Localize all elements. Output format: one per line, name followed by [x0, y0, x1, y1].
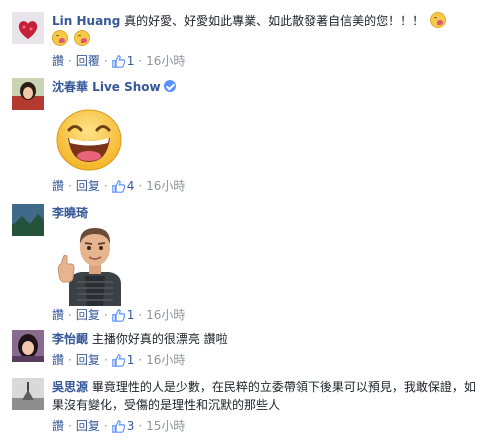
- kiss-emoji-icon: [52, 30, 68, 46]
- commenter-name[interactable]: 沈春華 Live Show: [52, 80, 161, 94]
- avatar[interactable]: [12, 78, 44, 110]
- avatar[interactable]: [12, 12, 44, 44]
- kiss-emoji-icon: [73, 30, 90, 46]
- like-count-value: 4: [126, 179, 135, 193]
- reply-button[interactable]: 回复: [76, 308, 100, 322]
- timestamp[interactable]: 16小時: [146, 179, 185, 193]
- like-button[interactable]: 讚: [52, 353, 64, 367]
- avatar[interactable]: [12, 330, 44, 362]
- reply-button[interactable]: 回覆: [76, 54, 100, 68]
- comment-actions: 讚 · 回复 · 4 · 16小時: [52, 179, 186, 193]
- comment-item: 李怡靦 主播你好真的很漂亮 讚啦 讚 · 回复 · 1 · 16小時: [0, 324, 493, 374]
- comment-text: 主播你好真的很漂亮 讚啦: [91, 332, 228, 346]
- avatar[interactable]: [12, 204, 44, 236]
- like-button[interactable]: 讚: [52, 419, 64, 433]
- comment-body: 沈春華 Live Show: [52, 78, 485, 95]
- like-count[interactable]: 1: [111, 353, 135, 367]
- comment-body: 李怡靦 主播你好真的很漂亮 讚啦: [52, 330, 485, 348]
- comment-actions: 讚 · 回覆 · 1 · 16小時: [52, 54, 186, 68]
- timestamp[interactable]: 16小時: [146, 353, 185, 367]
- thumbs-up-icon: [111, 420, 125, 433]
- comment-text: 畢竟理性的人是少數，在民粹的立委帶領下後果可以預見，我敢保證，如果沒有變化，受傷…: [52, 380, 476, 412]
- comment-item: Lin Huang 真的好愛、好愛如此專業、如此散發著自信美的您！！！ 讚 · 回覆…: [0, 0, 493, 68]
- thumbs-up-icon: [111, 180, 125, 193]
- timestamp[interactable]: 16小時: [146, 54, 185, 68]
- like-count-value: 1: [126, 308, 135, 322]
- thumbs-up-icon: [111, 354, 125, 367]
- reply-button[interactable]: 回复: [76, 419, 100, 433]
- comment-item: 沈春華 Live Show 讚 · 回复 · 4 · 16小時: [0, 68, 493, 196]
- verified-badge-icon: [163, 80, 176, 92]
- avatar[interactable]: [12, 378, 44, 410]
- comment-body: Lin Huang 真的好愛、好愛如此專業、如此散發著自信美的您！！！: [52, 12, 485, 48]
- like-count[interactable]: 1: [111, 308, 135, 322]
- comment-actions: 讚 · 回复 · 3 · 15小時: [52, 419, 186, 433]
- like-button[interactable]: 讚: [52, 54, 64, 68]
- commenter-name[interactable]: Lin Huang: [52, 14, 120, 28]
- comment-actions: 讚 · 回复 · 1 · 16小時: [52, 308, 186, 322]
- like-button[interactable]: 讚: [52, 308, 64, 322]
- thumbs-up-icon: [111, 309, 125, 322]
- commenter-name[interactable]: 李怡靦: [52, 332, 88, 346]
- like-count[interactable]: 3: [111, 419, 135, 433]
- reply-button[interactable]: 回复: [76, 179, 100, 193]
- comment-item: 吳思源 畢竟理性的人是少數，在民粹的立委帶領下後果可以預見，我敢保證，如果沒有變…: [0, 374, 493, 440]
- commenter-name[interactable]: 吳思源: [52, 380, 88, 394]
- like-button[interactable]: 讚: [52, 179, 64, 193]
- reply-button[interactable]: 回复: [76, 353, 100, 367]
- comment-actions: 讚 · 回复 · 1 · 16小時: [52, 353, 186, 367]
- thumbs-up-man-sticker: [55, 222, 135, 306]
- thumbs-up-icon: [111, 55, 125, 68]
- like-count-value: 1: [126, 353, 135, 367]
- comment-body: 李曉琦: [52, 204, 485, 221]
- timestamp[interactable]: 15小時: [146, 419, 185, 433]
- timestamp[interactable]: 16小時: [146, 308, 185, 322]
- comment-body: 吳思源 畢竟理性的人是少數，在民粹的立委帶領下後果可以預見，我敢保證，如果沒有變…: [52, 378, 485, 414]
- comment-item: 李曉琦 讚 · 回复 · 1 · 16小時: [0, 196, 493, 324]
- comment-text: 真的好愛、好愛如此專業、如此散發著自信美的您！！！: [124, 14, 425, 28]
- like-count[interactable]: 1: [111, 54, 135, 68]
- grinning-face-sticker: [55, 108, 123, 172]
- like-count-value: 1: [126, 54, 135, 68]
- like-count-value: 3: [126, 419, 135, 433]
- like-count[interactable]: 4: [111, 179, 135, 193]
- commenter-name[interactable]: 李曉琦: [52, 206, 88, 220]
- kiss-emoji-icon: [429, 12, 446, 28]
